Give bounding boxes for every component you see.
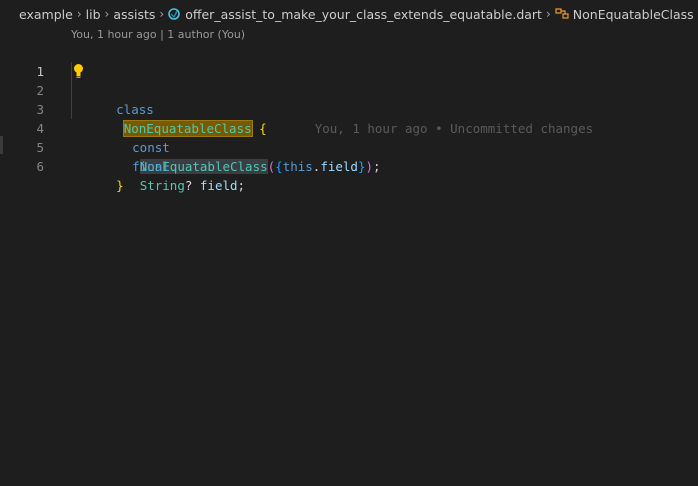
code-line-1[interactable]: 1 class NonEquatableClass {You, 1 hour a…: [0, 43, 698, 137]
breadcrumb-item-file[interactable]: offer_assist_to_make_your_class_extends_…: [185, 7, 542, 22]
breadcrumb-item-assists[interactable]: assists: [113, 7, 155, 22]
breadcrumb-item-example[interactable]: example: [19, 7, 73, 22]
codelens-author[interactable]: You, 1 hour ago | 1 author (You): [71, 28, 245, 43]
code-line-6[interactable]: 6: [0, 138, 698, 174]
brace-open: {: [275, 159, 283, 174]
dart-file-icon: [168, 8, 181, 20]
lightbulb-icon[interactable]: [73, 63, 84, 79]
breadcrumb: example › lib › assists › offer_assist_t…: [0, 0, 698, 28]
code-line-3[interactable]: 3: [0, 81, 698, 117]
chevron-right-icon: ›: [76, 7, 82, 21]
keyword-final: final: [132, 159, 170, 174]
type-string: String: [139, 178, 185, 193]
breadcrumb-item-symbol[interactable]: NonEquatableClass: [573, 7, 694, 22]
field-reference: field: [320, 159, 358, 174]
brace-close: }: [357, 159, 366, 174]
chevron-right-icon: ›: [545, 7, 551, 21]
line-number: 6: [36, 159, 44, 174]
breadcrumb-item-lib[interactable]: lib: [86, 7, 101, 22]
code-line-5[interactable]: 5 }: [0, 119, 698, 193]
semicolon: ;: [373, 159, 381, 174]
close-brace: }: [116, 178, 124, 193]
chevron-right-icon: ›: [159, 7, 165, 21]
symbol-class-icon: [555, 8, 569, 19]
code-line-4[interactable]: 4 final String? field;: [0, 100, 698, 193]
paren-close: ): [365, 159, 374, 174]
code-line-2[interactable]: 2 const NonEquatableClass({this.field});: [0, 62, 698, 174]
field-name: field: [199, 178, 238, 193]
chevron-right-icon: ›: [104, 7, 110, 21]
keyword-this: this: [282, 159, 313, 174]
semicolon: ;: [237, 178, 246, 193]
code-editor[interactable]: 1 class NonEquatableClass {You, 1 hour a…: [0, 43, 698, 193]
